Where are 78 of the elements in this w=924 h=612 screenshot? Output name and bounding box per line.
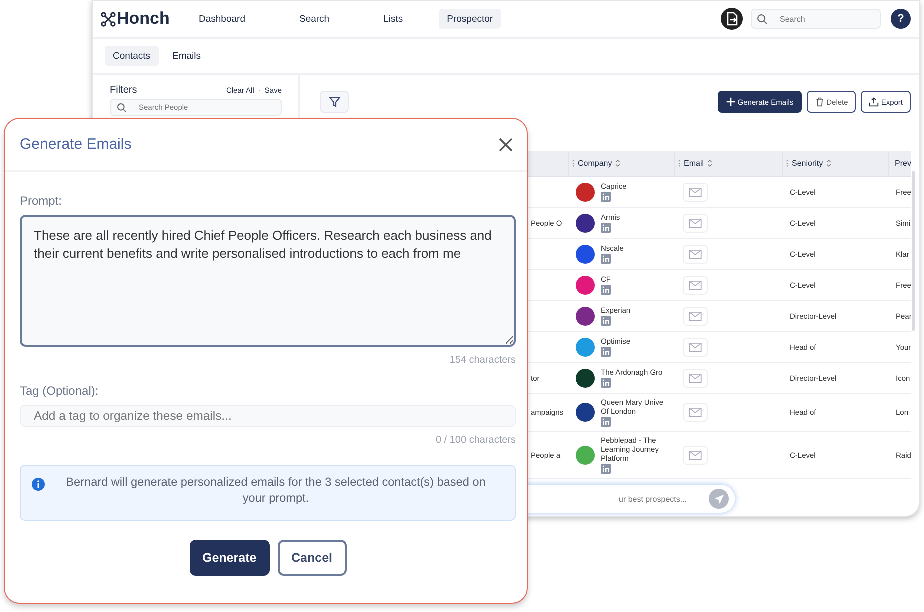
close-icon — [499, 138, 513, 152]
linkedin-icon — [601, 192, 611, 202]
paper-plane-icon — [714, 494, 724, 504]
search-field[interactable]: Search — [751, 9, 881, 29]
company-logo — [576, 446, 595, 464]
character-count: 0 / 100 characters — [436, 435, 516, 446]
tab[interactable]: Contacts — [105, 46, 158, 66]
search-icon — [117, 103, 127, 113]
email-button[interactable] — [683, 446, 708, 464]
search-icon — [757, 14, 768, 25]
email-button[interactable] — [683, 214, 708, 232]
linkedin-icon — [601, 316, 611, 326]
filter-button[interactable] — [320, 91, 349, 113]
company-logo — [576, 306, 595, 326]
email-button[interactable] — [683, 276, 708, 294]
drag-handle-icon — [678, 159, 681, 168]
envelope-icon — [689, 408, 702, 417]
nav-tab[interactable]: Prospector — [439, 9, 502, 29]
envelope-icon — [689, 280, 702, 290]
column-header[interactable]: Company — [578, 159, 612, 168]
trash-icon — [814, 97, 825, 107]
cancel-button[interactable]: Cancel — [278, 540, 346, 576]
email-button[interactable] — [683, 368, 708, 388]
linkedin-icon — [601, 347, 611, 357]
close-button[interactable] — [499, 138, 513, 152]
company-logo — [576, 338, 595, 356]
document-export-icon — [721, 8, 743, 30]
nav-tab[interactable]: Search — [291, 9, 338, 29]
info-icon — [32, 478, 45, 491]
company-logo — [576, 403, 595, 422]
logo-text: Honch — [117, 9, 170, 29]
column-header[interactable]: Seniority — [792, 159, 824, 168]
company-logo — [576, 368, 595, 388]
email-button[interactable] — [683, 306, 708, 326]
help-button[interactable]: ? — [891, 9, 911, 29]
drag-handle-icon — [786, 159, 789, 168]
plus-icon — [726, 97, 736, 107]
character-count: 154 characters — [450, 355, 516, 366]
email-button[interactable] — [683, 182, 708, 202]
nav-tab[interactable]: Dashboard — [191, 9, 254, 29]
envelope-icon — [689, 450, 702, 460]
linkedin-icon — [601, 378, 611, 388]
company-logo — [576, 182, 595, 202]
linkedin-icon — [601, 254, 611, 264]
tag-field[interactable]: Add a tag to organize these emails... — [20, 405, 516, 427]
envelope-icon — [689, 342, 702, 352]
company-logo — [576, 244, 595, 264]
tag-label: Tag (Optional): — [20, 384, 100, 398]
prompt-field[interactable]: These are all recently hired Chief People Officers. Research each business and their current benefits and write personalised introductions to each from me — [20, 215, 516, 347]
drag-handle-icon — [572, 159, 575, 168]
network-icon — [101, 12, 116, 26]
envelope-icon — [689, 312, 702, 320]
linkedin-icon — [601, 223, 611, 233]
company-logo — [576, 214, 595, 232]
dialog-title: Generate Emails — [20, 136, 132, 153]
company-logo — [576, 276, 595, 294]
linkedin-icon — [601, 464, 611, 474]
nav-tab[interactable]: Lists — [376, 9, 412, 29]
email-button[interactable] — [683, 403, 708, 422]
prompt-label: Prompt: — [20, 194, 64, 208]
upload-icon — [869, 97, 880, 107]
envelope-icon — [689, 250, 702, 258]
funnel-icon — [328, 96, 340, 108]
filters-heading: Filters — [110, 85, 138, 96]
envelope-icon — [689, 188, 702, 196]
send-button[interactable] — [709, 489, 729, 509]
envelope-icon — [689, 374, 702, 382]
linkedin-icon — [601, 285, 611, 295]
chat-input[interactable]: ur best prospects... — [619, 494, 703, 504]
email-button[interactable] — [683, 244, 708, 264]
generate-button[interactable]: Generate — [190, 540, 270, 576]
info-text: Bernard will generate personalized emails for the 3 selected contact(s) based on your prompt. — [65, 474, 487, 506]
linkedin-icon — [601, 417, 611, 427]
envelope-icon — [689, 218, 702, 228]
column-header[interactable]: Email — [684, 159, 704, 168]
email-button[interactable] — [683, 338, 708, 356]
tab[interactable]: Emails — [164, 46, 210, 66]
column-header[interactable]: Prev — [895, 159, 911, 168]
